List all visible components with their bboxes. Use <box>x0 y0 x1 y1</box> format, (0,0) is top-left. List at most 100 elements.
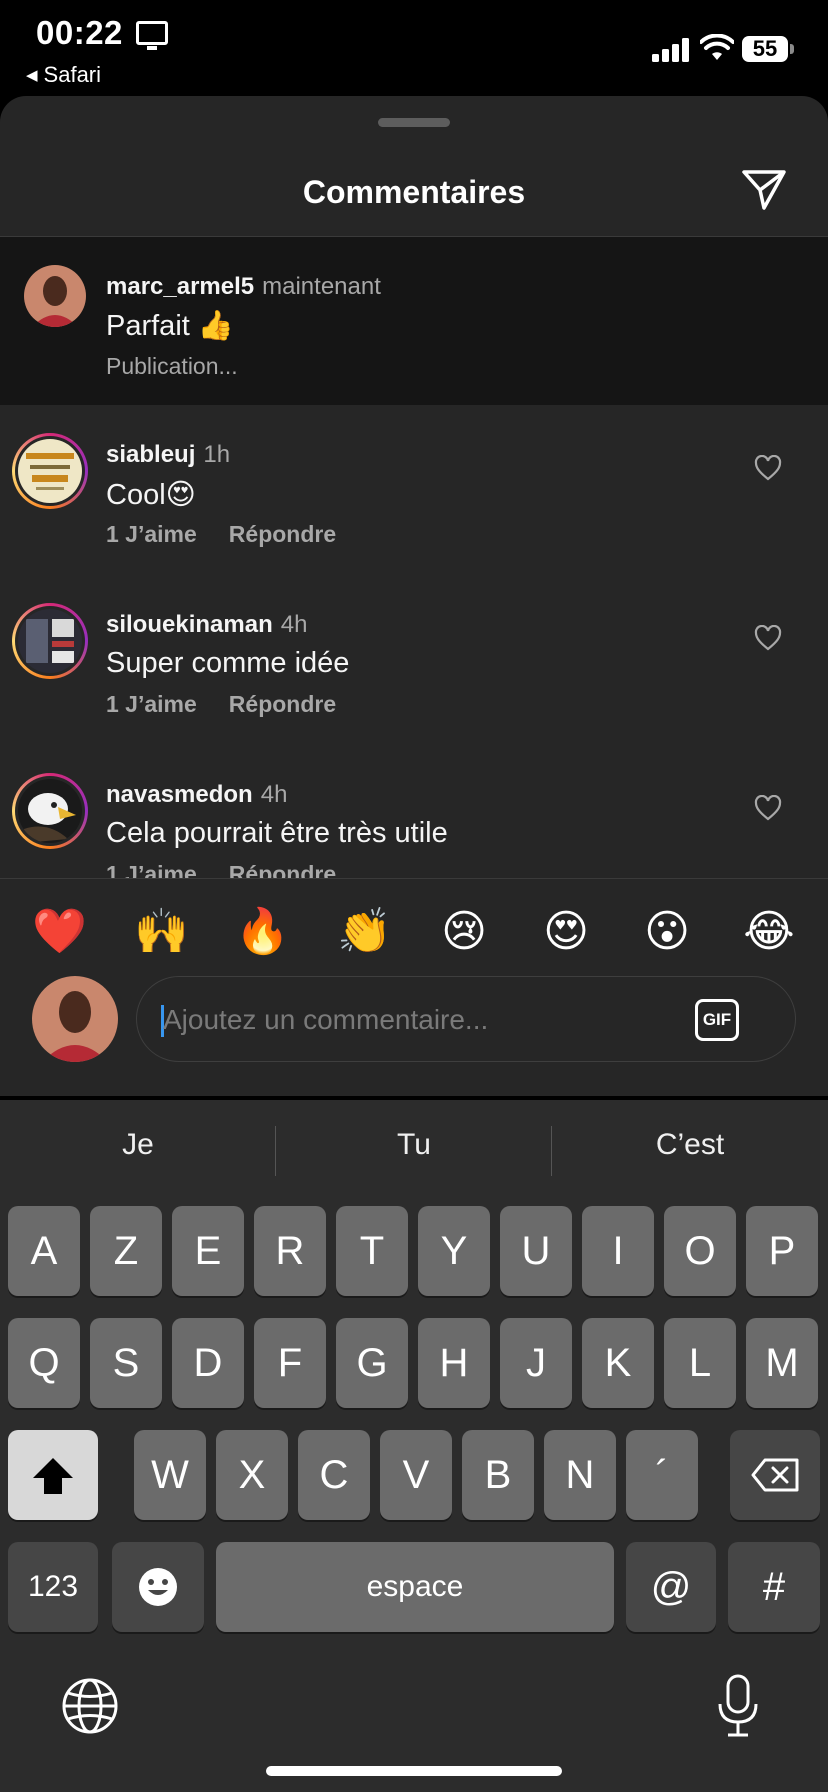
key[interactable]: ´ <box>626 1430 698 1520</box>
home-indicator[interactable] <box>266 1766 562 1776</box>
key[interactable]: C <box>298 1430 370 1520</box>
shift-key[interactable] <box>8 1430 98 1520</box>
key[interactable]: U <box>500 1206 572 1296</box>
key[interactable]: F <box>254 1318 326 1408</box>
like-heart-icon[interactable] <box>754 455 782 481</box>
comment-username[interactable]: silouekinaman 4h <box>106 611 307 639</box>
key[interactable]: Z <box>90 1206 162 1296</box>
reaction-laughing[interactable]: 😂 <box>743 906 795 958</box>
username-text[interactable]: navasmedon <box>106 781 253 808</box>
comment-actions: 1 J’aime Répondre <box>106 691 336 718</box>
numbers-key[interactable]: 123 <box>8 1542 98 1632</box>
comment-text: Cool😍 <box>106 479 196 511</box>
key[interactable]: R <box>254 1206 326 1296</box>
key[interactable]: D <box>172 1318 244 1408</box>
key[interactable]: P <box>746 1206 818 1296</box>
key[interactable]: I <box>582 1206 654 1296</box>
at-key[interactable]: @ <box>626 1542 716 1632</box>
key[interactable]: J <box>500 1318 572 1408</box>
comment-text: Super comme idée <box>106 647 350 679</box>
like-count[interactable]: 1 J’aime <box>106 521 197 547</box>
like-heart-icon[interactable] <box>754 795 782 821</box>
comment-username[interactable]: marc_armel5 maintenant <box>106 273 381 301</box>
comment-item: navasmedon 4h Cela pourrait être très uti… <box>0 745 828 878</box>
key[interactable]: L <box>664 1318 736 1408</box>
sheet-grabber[interactable] <box>378 118 450 127</box>
suggestion[interactable]: C’est <box>552 1128 828 1162</box>
comments-sheet: Commentaires marc_armel5 maintenant Parfa… <box>0 96 828 1096</box>
like-count[interactable]: 1 J’aime <box>106 861 197 878</box>
key[interactable]: N <box>544 1430 616 1520</box>
wifi-icon <box>700 34 734 60</box>
key[interactable]: V <box>380 1430 452 1520</box>
posting-status: Publication... <box>106 353 238 379</box>
comment-list[interactable]: marc_armel5 maintenant Parfait 👍 Publicat… <box>0 237 828 878</box>
key[interactable]: W <box>134 1430 206 1520</box>
reaction-heart-eyes[interactable]: 😍 <box>540 906 592 958</box>
like-count[interactable]: 1 J’aime <box>106 691 197 717</box>
reaction-clap[interactable]: 👏 <box>337 906 392 958</box>
clock: 00:22 <box>36 14 123 51</box>
like-heart-icon[interactable] <box>754 625 782 651</box>
key[interactable]: Y <box>418 1206 490 1296</box>
emoji-key[interactable] <box>112 1542 204 1632</box>
suggestion[interactable]: Tu <box>276 1128 552 1162</box>
key[interactable]: A <box>8 1206 80 1296</box>
comment-time: 4h <box>280 611 308 638</box>
username-text[interactable]: silouekinaman <box>106 611 273 638</box>
reaction-fire[interactable]: 🔥 <box>235 906 290 958</box>
key[interactable]: O <box>664 1206 736 1296</box>
comment-placeholder: Ajoutez un commentaire... <box>163 1004 489 1035</box>
space-key[interactable]: espace <box>216 1542 614 1632</box>
divider <box>0 878 828 879</box>
comment-text: Parfait 👍 <box>106 310 234 342</box>
delete-key[interactable] <box>730 1430 820 1520</box>
share-send-icon[interactable] <box>740 168 788 212</box>
avatar[interactable] <box>12 603 88 679</box>
key[interactable]: E <box>172 1206 244 1296</box>
suggestion[interactable]: Je <box>0 1128 276 1162</box>
battery-indicator: 55 <box>742 36 794 62</box>
emoji-face-icon <box>139 1568 177 1606</box>
reply-button[interactable]: Répondre <box>229 861 336 878</box>
reply-button[interactable]: Répondre <box>229 521 336 547</box>
back-to-app-link[interactable]: ◀ Safari <box>26 62 101 88</box>
globe-icon[interactable] <box>60 1676 120 1736</box>
key[interactable]: X <box>216 1430 288 1520</box>
comment-text: Cela pourrait être très utile <box>106 817 448 849</box>
back-app-label: Safari <box>43 62 102 87</box>
comment-time: 4h <box>260 781 288 808</box>
reaction-crying[interactable]: 😢 <box>438 906 490 958</box>
back-triangle-icon: ◀ <box>26 67 38 84</box>
quick-reactions-bar: ❤️ 🙌 🔥 👏 😢 😍 😮 😂 <box>0 896 828 966</box>
reaction-raised-hands[interactable]: 🙌 <box>134 906 189 958</box>
reply-button[interactable]: Répondre <box>229 691 336 717</box>
key[interactable]: B <box>462 1430 534 1520</box>
key[interactable]: K <box>582 1318 654 1408</box>
key[interactable]: T <box>336 1206 408 1296</box>
key[interactable]: Q <box>8 1318 80 1408</box>
keyboard: Je Tu C’est A Z E R T Y U I O P Q S D F … <box>0 1100 828 1792</box>
microphone-icon[interactable] <box>716 1674 760 1738</box>
avatar[interactable] <box>24 265 86 327</box>
key[interactable]: M <box>746 1318 818 1408</box>
reaction-heart[interactable]: ❤️ <box>32 906 87 958</box>
predictive-bar: Je Tu C’est <box>0 1100 828 1200</box>
hash-key[interactable]: # <box>728 1542 820 1632</box>
backspace-icon <box>751 1458 799 1492</box>
pending-comment: marc_armel5 maintenant Parfait 👍 Publicat… <box>0 237 828 405</box>
key[interactable]: G <box>336 1318 408 1408</box>
comment-composer: Ajoutez un commentaire... GIF <box>0 976 828 1076</box>
comment-input[interactable]: Ajoutez un commentaire... GIF <box>136 976 796 1062</box>
comment-username[interactable]: siableuj 1h <box>106 441 230 469</box>
key[interactable]: H <box>418 1318 490 1408</box>
avatar[interactable] <box>12 433 88 509</box>
comment-actions: 1 J’aime Répondre <box>106 521 336 548</box>
key[interactable]: S <box>90 1318 162 1408</box>
avatar[interactable] <box>12 773 88 849</box>
username-text[interactable]: marc_armel5 <box>106 273 254 300</box>
gif-button[interactable]: GIF <box>695 999 739 1041</box>
username-text[interactable]: siableuj <box>106 441 195 468</box>
reaction-surprised[interactable]: 😮 <box>641 906 693 958</box>
comment-username[interactable]: navasmedon 4h <box>106 781 287 809</box>
